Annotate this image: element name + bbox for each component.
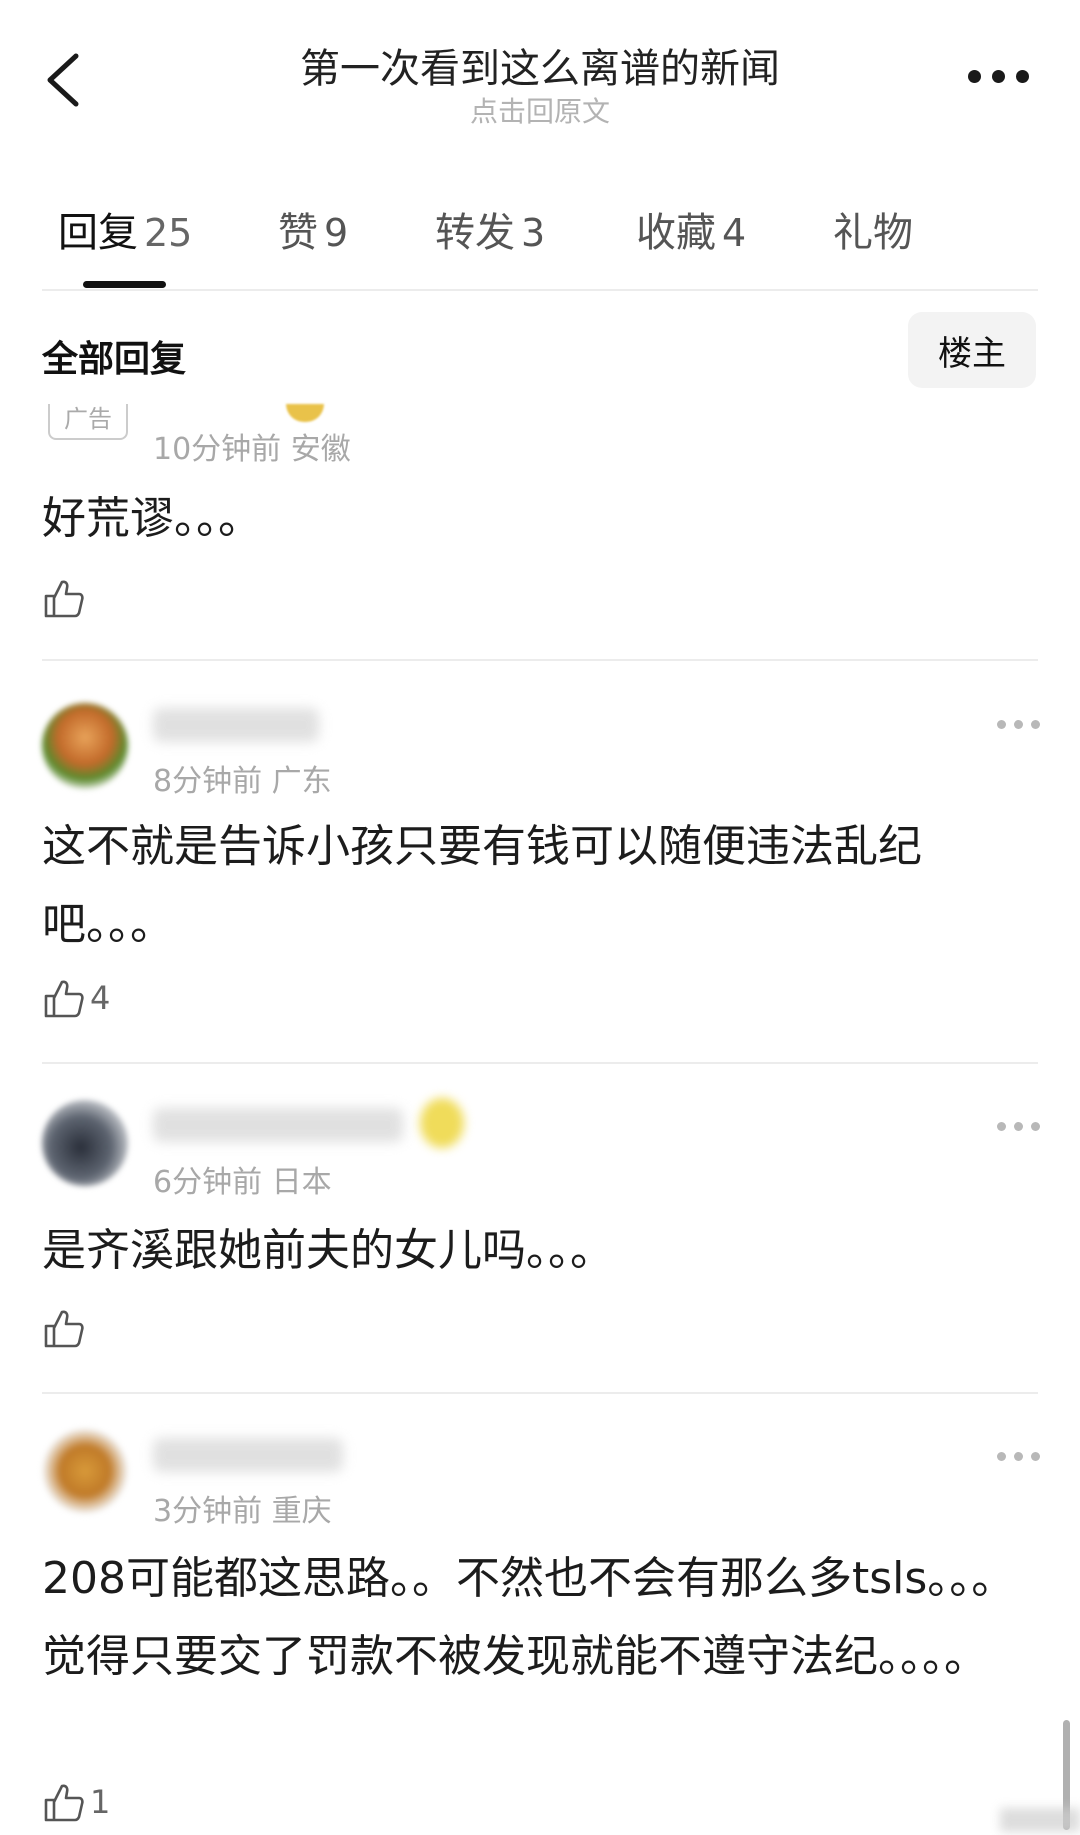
tab-favorites[interactable]: 收藏 4 bbox=[636, 200, 746, 258]
like-count: 1 bbox=[90, 1783, 111, 1821]
comment-more-icon[interactable] bbox=[997, 718, 1041, 732]
username-blurred[interactable] bbox=[153, 1438, 343, 1472]
comment-meta: 10分钟前 安徽 bbox=[153, 424, 351, 468]
more-horizontal-icon[interactable] bbox=[960, 66, 1036, 90]
thumb-up-icon bbox=[44, 1784, 84, 1822]
comment-divider bbox=[42, 1062, 1038, 1064]
tab-count: 3 bbox=[521, 211, 546, 255]
username-blurred[interactable] bbox=[153, 708, 319, 742]
comment-text: 这不就是告诉小孩只要有钱可以随便违法乱纪吧。。。 bbox=[42, 821, 922, 950]
username-blurred[interactable] bbox=[153, 1108, 403, 1142]
view-original-link[interactable]: 点击回原文 bbox=[0, 90, 1080, 130]
like-button[interactable]: 1 bbox=[42, 1780, 110, 1824]
comment-text: 是齐溪跟她前夫的女儿吗。。。 bbox=[42, 1225, 614, 1276]
tab-reposts[interactable]: 转发 3 bbox=[435, 200, 545, 258]
tab-label: 赞 bbox=[278, 210, 318, 256]
tab-label: 回复 bbox=[58, 210, 138, 256]
tab-label: 转发 bbox=[435, 210, 515, 256]
like-count: 4 bbox=[90, 979, 111, 1017]
avatar[interactable] bbox=[42, 1100, 128, 1186]
like-button[interactable]: 4 bbox=[42, 976, 110, 1020]
tab-label: 收藏 bbox=[636, 210, 716, 256]
medal-icon bbox=[286, 404, 324, 422]
watermark-blurred bbox=[1000, 1808, 1080, 1832]
page-title: 第一次看到这么离谱的新闻 bbox=[300, 46, 780, 92]
comment-time: 6分钟前 bbox=[153, 1165, 263, 1200]
comment-divider bbox=[42, 659, 1038, 661]
section-title: 全部回复 bbox=[42, 339, 187, 380]
comment-meta: 6分钟前 日本 bbox=[153, 1157, 332, 1201]
comment-time: 3分钟前 bbox=[153, 1494, 263, 1529]
tab-label: 礼物 bbox=[833, 210, 913, 256]
tab-count: 9 bbox=[324, 211, 349, 255]
comment-location: 广东 bbox=[271, 764, 332, 799]
thumb-up-icon bbox=[44, 980, 84, 1018]
thumb-up-icon bbox=[44, 1310, 84, 1348]
ad-badge: 广告 bbox=[48, 404, 128, 440]
like-button[interactable] bbox=[42, 576, 90, 620]
tab-replies[interactable]: 回复 25 bbox=[58, 200, 192, 258]
badge-icon bbox=[420, 1098, 464, 1148]
owner-filter-button[interactable]: 楼主 bbox=[908, 312, 1036, 388]
comment-more-icon[interactable] bbox=[997, 1120, 1041, 1134]
tabs-divider bbox=[42, 289, 1038, 291]
like-button[interactable] bbox=[42, 1306, 90, 1350]
comment-location: 日本 bbox=[271, 1165, 332, 1200]
comment-meta: 3分钟前 重庆 bbox=[153, 1486, 332, 1530]
tab-count: 25 bbox=[144, 211, 193, 255]
tab-likes[interactable]: 赞9 bbox=[278, 200, 348, 258]
tab-gifts[interactable]: 礼物 bbox=[833, 200, 913, 258]
comment-meta: 8分钟前 广东 bbox=[153, 756, 332, 800]
comment-divider bbox=[42, 1392, 1038, 1394]
comment-more-icon[interactable] bbox=[997, 1450, 1041, 1464]
avatar[interactable] bbox=[42, 703, 128, 789]
comment-text: 208可能都这思路。。不然也不会有那么多tsls。。。觉得只要交了罚款不被发现就… bbox=[42, 1553, 1016, 1682]
comment-time: 10分钟前 bbox=[153, 432, 282, 467]
comment-location: 安徽 bbox=[290, 432, 351, 467]
comment-text: 好荒谬。。。 bbox=[42, 493, 262, 544]
comment-time: 8分钟前 bbox=[153, 764, 263, 799]
active-tab-indicator bbox=[83, 281, 166, 288]
tab-count: 4 bbox=[722, 211, 747, 255]
thumb-up-icon bbox=[44, 580, 84, 618]
comment-location: 重庆 bbox=[271, 1494, 332, 1529]
avatar[interactable] bbox=[42, 1428, 128, 1514]
